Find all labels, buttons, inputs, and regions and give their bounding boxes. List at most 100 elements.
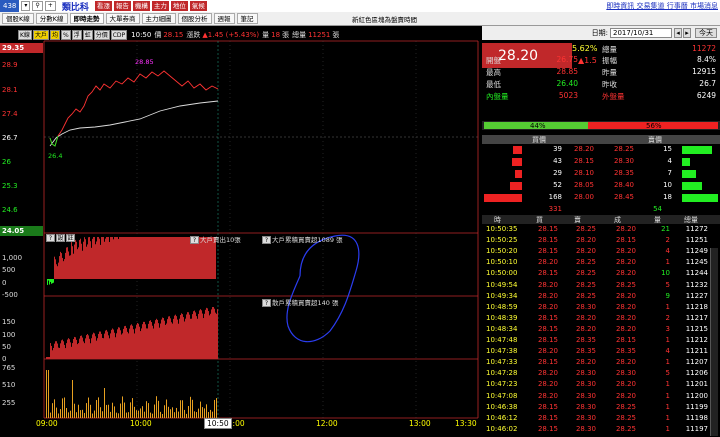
p1-bar	[158, 237, 159, 279]
p1-bar	[185, 237, 186, 279]
tab-large-orders[interactable]: 大單券商	[105, 13, 140, 24]
prev-day-button[interactable]: ◂	[674, 28, 682, 38]
tick-cell: 28.20	[537, 302, 558, 311]
date-picker[interactable]: 2017/10/31	[610, 28, 672, 38]
vol-bar	[180, 400, 181, 418]
tab-notes[interactable]: 筆記	[236, 13, 258, 24]
p2-bar	[206, 307, 207, 359]
note-button[interactable]: 註	[66, 234, 75, 242]
tick-row[interactable]: 10:47:33 28.15 28.20 28.20 1 11207	[482, 358, 720, 369]
tick-cell: 28.20	[537, 369, 558, 378]
p1-bar	[52, 279, 53, 284]
tick-row[interactable]: 10:48:59 28.20 28.30 28.20 1 11218	[482, 303, 720, 314]
p2-bar	[205, 309, 206, 359]
today-button[interactable]: 今天	[695, 28, 717, 38]
scrollbar[interactable]	[710, 248, 718, 436]
tab-weekly[interactable]: 週報	[213, 13, 235, 24]
vol-bar	[106, 404, 107, 418]
vol-bar	[60, 409, 61, 418]
tick-cell: 2	[665, 236, 670, 245]
p2-bar	[197, 318, 198, 359]
stock-code[interactable]: 438	[0, 0, 20, 12]
p2-bar	[121, 334, 122, 359]
p2-bar	[145, 324, 146, 359]
next-day-button[interactable]: ▸	[683, 28, 691, 38]
tick-row[interactable]: 10:47:48 28.15 28.35 28.15 1 11212	[482, 336, 720, 347]
tick-row[interactable]: 10:50:10 28.20 28.25 28.20 1 11245	[482, 258, 720, 269]
p2-bar	[140, 331, 141, 359]
tick-cell: 11251	[685, 236, 708, 245]
p1-bar	[131, 237, 132, 279]
tick-row[interactable]: 10:49:54 28.20 28.25 28.25 5 11232	[482, 281, 720, 292]
p1-bar	[92, 238, 93, 279]
tick-row[interactable]: 10:46:38 28.15 28.30 28.25 1 11199	[482, 403, 720, 414]
tick-row[interactable]: 10:46:02 28.15 28.30 28.25 1 11197	[482, 425, 720, 436]
quick-button-0[interactable]: 看漲	[94, 1, 112, 11]
tick-row[interactable]: 10:47:28 28.20 28.30 28.30 5 11206	[482, 369, 720, 380]
tick-cell: 11207	[685, 358, 708, 367]
p2-bar	[116, 333, 117, 359]
p2-bar	[90, 343, 91, 359]
tab-realtime[interactable]: 即時走勢	[69, 13, 104, 24]
tick-row[interactable]: 10:50:35 28.15 28.25 28.20 21 11272	[482, 225, 720, 236]
book-cell: 29	[553, 169, 562, 177]
p1-bar	[99, 238, 100, 279]
quick-button-5[interactable]: 氣候	[189, 1, 207, 11]
info-cell: 28.85	[556, 67, 578, 76]
quick-button-1[interactable]: 報告	[113, 1, 131, 11]
low-annotation: 26.4	[48, 152, 63, 160]
p1-bar	[64, 259, 65, 279]
tick-cell: 28.30	[575, 380, 596, 389]
sell-depth-bar	[682, 146, 712, 154]
quick-button-4[interactable]: 地位	[170, 1, 188, 11]
vol-bar	[172, 407, 173, 418]
tick-row[interactable]: 10:50:20 28.15 28.20 28.20 4 11249	[482, 247, 720, 258]
tab-bar: 個股K線 分數K線 即時走勢 大單券商 主力細圖 個股分析 週報 筆記 新紅色區…	[0, 12, 720, 26]
p2-bar	[126, 327, 127, 359]
p2-bar	[213, 307, 214, 359]
p1-bar	[141, 237, 142, 279]
tick-row[interactable]: 10:47:08 28.20 28.30 28.20 1 11200	[482, 392, 720, 403]
tab-major-chart[interactable]: 主力細圖	[141, 13, 176, 24]
top-links[interactable]: 即時資訊 交易集道 行事曆 市場消息	[606, 0, 718, 12]
tick-row[interactable]: 10:47:23 28.20 28.30 28.20 1 11201	[482, 380, 720, 391]
tick-cell: 9	[665, 291, 670, 300]
p1-bar	[153, 237, 154, 279]
quick-button-2[interactable]: 機構	[132, 1, 150, 11]
plus-icon[interactable]: +	[44, 1, 56, 11]
p2-bar	[186, 314, 187, 359]
tick-row[interactable]: 10:47:38 28.20 28.35 28.35 4 11211	[482, 347, 720, 358]
tick-row[interactable]: 10:49:34 28.20 28.25 28.20 9 11227	[482, 292, 720, 303]
p2-bar	[64, 344, 65, 359]
buy-depth-bar	[484, 194, 522, 202]
p2-bar	[141, 328, 142, 359]
p2-bar	[59, 347, 60, 359]
vol-bar	[112, 402, 113, 418]
tick-row[interactable]: 10:50:00 28.15 28.25 28.20 10 11244	[482, 269, 720, 280]
tick-row[interactable]: 10:50:25 28.15 28.20 28.15 2 11251	[482, 236, 720, 247]
info-cell: 總量	[602, 45, 617, 54]
vol-bar	[50, 412, 51, 418]
tick-row[interactable]: 10:48:34 28.15 28.20 28.20 3 11215	[482, 325, 720, 336]
p1-bar	[55, 259, 56, 279]
book-cell: 7	[667, 169, 672, 177]
book-cell: 28.20	[573, 145, 594, 153]
p1-bar	[161, 237, 162, 279]
tab-daily-k[interactable]: 個股K線	[2, 13, 34, 24]
p2-bar	[128, 333, 129, 359]
p2-bar	[132, 325, 133, 359]
settings-button[interactable]: 設	[56, 234, 65, 242]
p2-bar	[101, 333, 102, 359]
help-button[interactable]: ?	[46, 234, 55, 242]
tick-row[interactable]: 10:46:12 28.15 28.30 28.25 1 11198	[482, 414, 720, 425]
quick-button-3[interactable]: 主力	[151, 1, 169, 11]
tick-row[interactable]: 10:48:39 28.15 28.20 28.20 2 11217	[482, 314, 720, 325]
p2-bar	[80, 335, 81, 359]
p2-bar	[181, 313, 182, 359]
stock-dropdown[interactable]: ▾	[21, 1, 31, 11]
tab-analysis[interactable]: 個股分析	[177, 13, 212, 24]
tab-minute-k[interactable]: 分數K線	[35, 13, 68, 24]
p2-bar	[87, 334, 88, 359]
vol-bar	[126, 412, 127, 418]
search-icon[interactable]: ⚲	[32, 1, 43, 11]
